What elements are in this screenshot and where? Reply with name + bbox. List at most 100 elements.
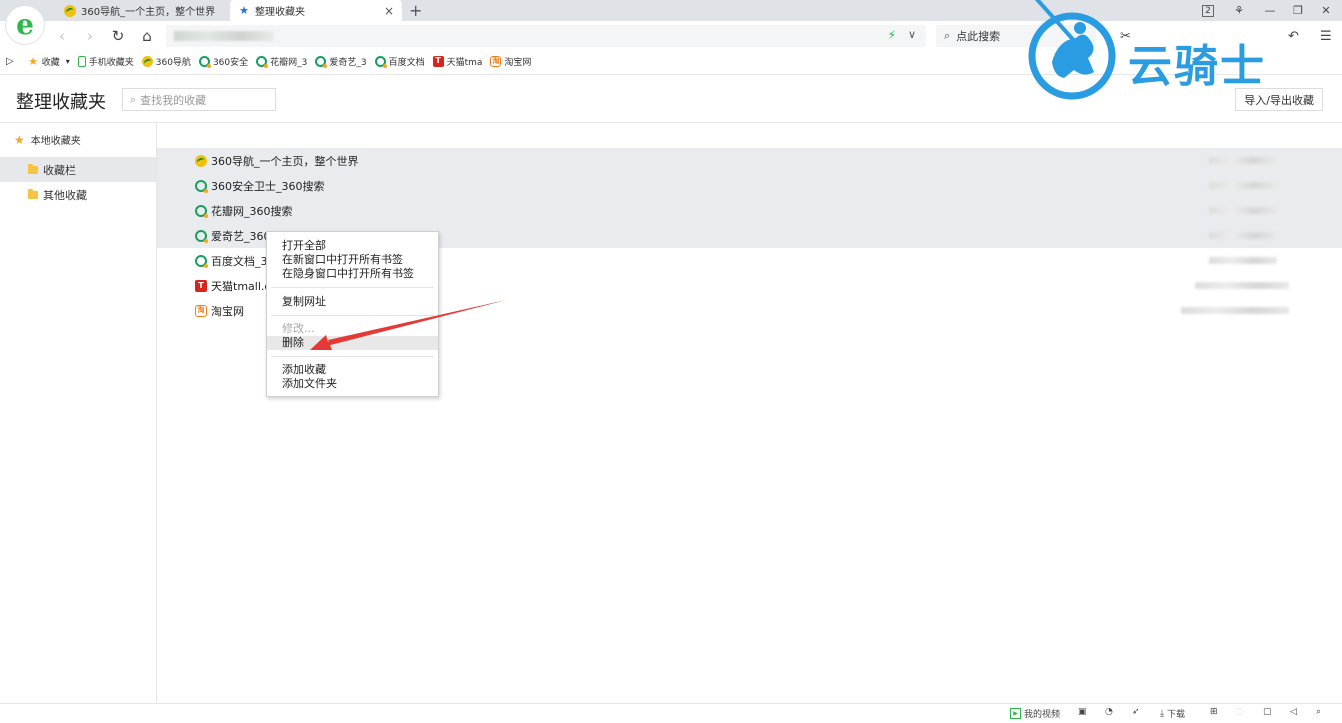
bookmark-bar-label: 花瓣网_3 [270, 57, 308, 68]
360-search-icon [256, 55, 269, 68]
import-export-button[interactable]: 导入/导出收藏 [1235, 88, 1323, 111]
restore-button[interactable]: ❐ [1284, 0, 1312, 21]
bookmark-bar-item-360safe[interactable]: 360安全 [198, 55, 249, 68]
bookmark-bar-item-taobao[interactable]: 淘 淘宝网 [490, 55, 531, 68]
image-icon[interactable]: ▣ [1078, 707, 1087, 717]
menu-item-open-all-incognito[interactable]: 在隐身窗口中打开所有书签 [267, 267, 438, 281]
undo-icon[interactable]: ↶ [1288, 29, 1299, 44]
bookmark-title: 360导航_一个主页，整个世界 [211, 154, 359, 168]
bookmark-row[interactable]: 360导航_一个主页，整个世界 [157, 148, 1342, 173]
volume-icon[interactable]: ◁ [1290, 707, 1297, 717]
speed-icon[interactable]: ◔ [1105, 707, 1113, 717]
sidebar-item-other[interactable]: 其他收藏 [0, 182, 156, 207]
speed-mode-icon[interactable]: ⚡ [888, 28, 896, 42]
bookmark-bar-item-tmall[interactable]: T 天猫tma [432, 55, 483, 68]
tmall-icon: T [195, 279, 207, 292]
bookmark-title: 360安全卫士_360搜索 [211, 179, 325, 193]
find-bookmark-input[interactable]: ⌕ 查找我的收藏 [122, 88, 276, 111]
browser-logo-icon[interactable]: e [6, 6, 44, 44]
bookmark-bar-item-huaban[interactable]: 花瓣网_3 [256, 55, 307, 68]
download-button[interactable]: ⤓ 下载 [1160, 707, 1185, 721]
page-header: 整理收藏夹 ⌕ 查找我的收藏 导入/导出收藏 [0, 74, 1342, 123]
bookmark-title: 百度文档_3 [211, 254, 268, 268]
menu-divider [271, 287, 434, 288]
address-bar[interactable]: ⚡ ∨ [166, 25, 926, 47]
search-placeholder: 点此搜索 [956, 30, 1001, 43]
close-window-button[interactable]: ✕ [1312, 0, 1340, 21]
360-search-icon [315, 55, 328, 68]
tab-count-button[interactable]: 2 [1194, 0, 1222, 21]
bookmark-bar-item-360nav[interactable]: 360导航 [141, 55, 191, 68]
home-button[interactable]: ⌂ [137, 26, 157, 46]
rocket-icon[interactable]: ➶ [1132, 707, 1140, 717]
bookmark-bar-item-favorites[interactable]: ★ 收藏 ▾ [28, 55, 70, 68]
new-tab-button[interactable]: + [409, 0, 422, 21]
360-search-icon [198, 55, 211, 68]
my-video-label: 我的视频 [1024, 710, 1061, 720]
search-input[interactable]: ⌕ 点此搜索 [936, 25, 1096, 47]
bookmark-bar-label: 360安全 [212, 57, 249, 68]
back-button[interactable]: ‹ [52, 26, 72, 46]
taobao-icon: 淘 [490, 55, 502, 67]
tab-360-nav[interactable]: 360导航_一个主页，整个世界 [56, 0, 228, 21]
find-placeholder: 查找我的收藏 [140, 93, 207, 107]
bookmark-url-blurred [1195, 282, 1289, 289]
sidebar-item-label: 其他收藏 [43, 188, 87, 202]
bookmark-url-blurred [1209, 182, 1277, 189]
bookmark-bar-item-iqiyi[interactable]: 爱奇艺_3 [315, 55, 367, 68]
tab-label: 360导航_一个主页，整个世界 [81, 7, 216, 18]
bookmark-row[interactable]: 360安全卫士_360搜索 [157, 173, 1342, 198]
bookmark-bar-label: 天猫tma [446, 57, 483, 68]
address-toolbar: ‹ › ↻ ⌂ ⚡ ∨ ⌕ 点此搜索 ✂ ↶ ☰ [0, 21, 1342, 51]
sidebar-toggle-icon[interactable]: ▷ [6, 56, 14, 67]
close-icon[interactable]: × [384, 4, 394, 18]
skin-icon[interactable]: ⚘ [1225, 0, 1253, 21]
bookmark-title: 淘宝网 [211, 304, 244, 318]
bookmark-url-blurred [1209, 207, 1277, 214]
taobao-icon: 淘 [195, 304, 207, 317]
bookmark-row[interactable]: 花瓣网_360搜索 [157, 198, 1342, 223]
phone-icon [77, 55, 86, 67]
minimize-button[interactable]: — [1256, 0, 1284, 21]
screenshot-icon[interactable]: ✂ [1120, 29, 1131, 44]
bookmark-bar-label: 百度文档 [388, 57, 425, 68]
star-icon: ★ [239, 4, 249, 17]
sidebar-item-bookmarks-bar[interactable]: 收藏栏 [0, 157, 156, 182]
menu-item-add-bookmark[interactable]: 添加收藏 [267, 363, 438, 377]
star-icon: ★ [14, 132, 25, 147]
bookmark-bar-label: 淘宝网 [504, 57, 532, 68]
search-icon: ⌕ [130, 92, 137, 106]
360-nav-icon [195, 154, 207, 167]
zoom-icon[interactable]: ⌕ [1316, 707, 1321, 717]
menu-item-add-folder[interactable]: 添加文件夹 [267, 377, 438, 391]
sidebar-item-label: 收藏栏 [43, 163, 76, 177]
360-nav-icon [141, 55, 153, 67]
bookmark-bar-label: 爱奇艺_3 [329, 57, 367, 68]
sidebar-root-local[interactable]: ★ 本地收藏夹 [14, 132, 81, 148]
folder-icon [28, 163, 38, 174]
extension-icon[interactable]: ⊞ [1210, 707, 1218, 717]
my-video-button[interactable]: ▶ 我的视频 [1010, 707, 1060, 720]
menu-item-open-all-new-window[interactable]: 在新窗口中打开所有书签 [267, 253, 438, 267]
tab-bookmark-manager[interactable]: ★ 整理收藏夹 × [230, 0, 402, 21]
status-bar: ▶ 我的视频 ▣ ◔ ➶ ⤓ 下载 ⊞ ◌ ▢ ◁ ⌕ [0, 703, 1342, 723]
forward-button[interactable]: › [80, 26, 100, 46]
360-search-icon [374, 55, 387, 68]
bookmark-title: 天猫tmall.c [211, 279, 271, 293]
chevron-down-icon: ▾ [65, 56, 70, 66]
window-icon[interactable]: ▢ [1263, 707, 1272, 717]
bookmark-bar-item-mobile[interactable]: 手机收藏夹 [77, 55, 134, 68]
page-title: 整理收藏夹 [16, 92, 106, 113]
bookmark-bar-item-baidu[interactable]: 百度文档 [374, 55, 425, 68]
chevron-down-icon[interactable]: ∨ [908, 28, 916, 41]
reload-button[interactable]: ↻ [108, 26, 128, 46]
clean-icon[interactable]: ◌ [1236, 707, 1244, 717]
menu-icon[interactable]: ☰ [1320, 29, 1332, 44]
menu-item-open-all[interactable]: 打开全部 [267, 239, 438, 253]
360-search-icon [195, 204, 208, 218]
360-search-icon [195, 179, 208, 193]
play-icon: ▶ [1010, 708, 1021, 719]
bookmark-url-blurred [1181, 307, 1289, 314]
bookmark-bar-label: 收藏 [41, 57, 60, 68]
tmall-icon: T [432, 55, 444, 67]
